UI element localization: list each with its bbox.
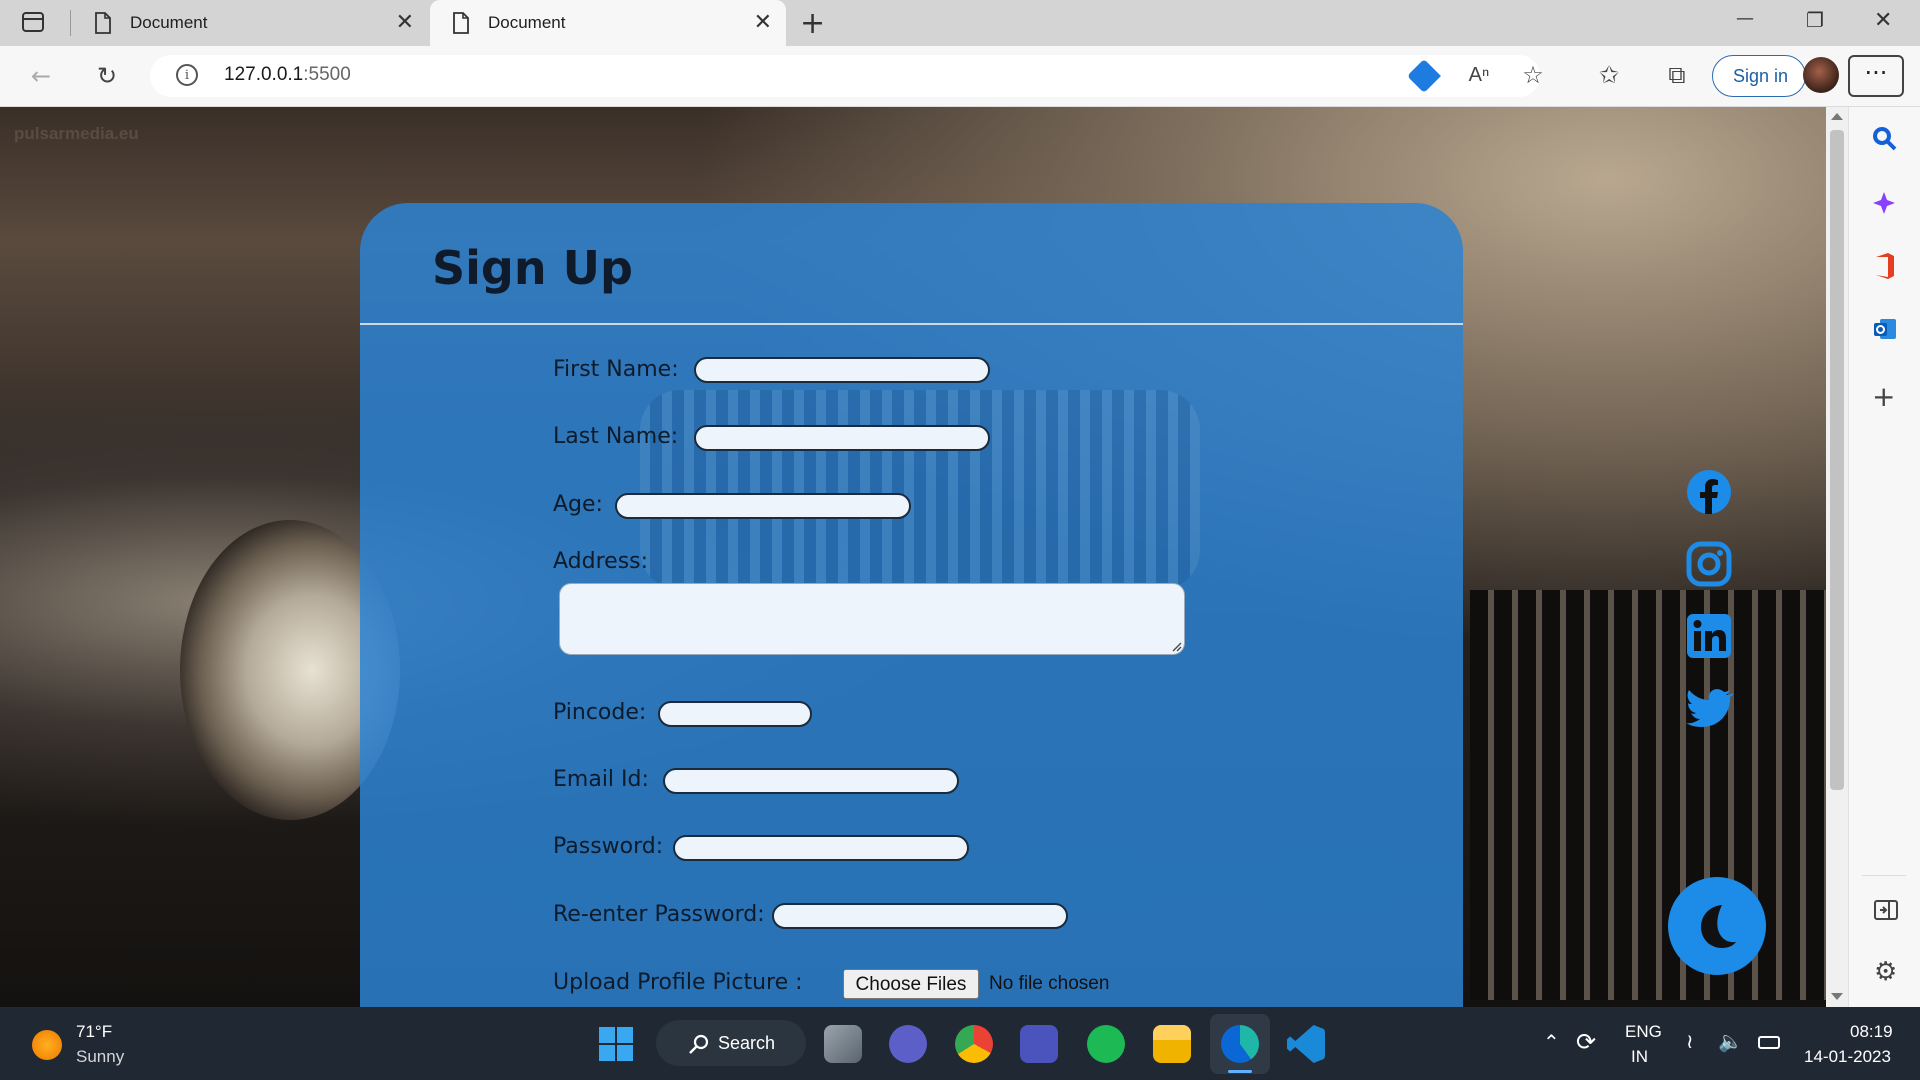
- favorites-icon[interactable]: ✩: [1592, 60, 1626, 90]
- site-info-icon[interactable]: i: [176, 64, 198, 86]
- watermark: pulsarmedia.eu: [14, 124, 139, 143]
- tab-document-2[interactable]: Document ✕: [430, 0, 786, 46]
- tab-document-1[interactable]: Document ✕: [72, 0, 428, 46]
- outlook-icon[interactable]: [1872, 316, 1898, 342]
- sign-in-button[interactable]: Sign in: [1712, 55, 1806, 97]
- url-port: :5500: [303, 64, 351, 85]
- tab-title: Document: [488, 13, 566, 32]
- moon-icon: [1701, 905, 1736, 948]
- weather-sun-icon[interactable]: [32, 1030, 62, 1060]
- age-input[interactable]: [615, 493, 911, 519]
- tab-title: Document: [130, 13, 208, 32]
- scroll-down-icon[interactable]: [1831, 993, 1843, 1000]
- address-label: Address:: [553, 549, 649, 574]
- new-tab-button[interactable]: +: [800, 6, 825, 41]
- divider: [360, 323, 1463, 325]
- choose-files-button[interactable]: Choose Files: [843, 969, 979, 999]
- clock-time[interactable]: 08:19: [1850, 1022, 1893, 1042]
- chevron-up-icon[interactable]: ⌃: [1543, 1030, 1560, 1055]
- pincode-label: Pincode:: [553, 700, 647, 725]
- theme-toggle-button[interactable]: [1668, 877, 1766, 975]
- search-icon[interactable]: [1872, 126, 1898, 152]
- password-label: Password:: [553, 834, 664, 859]
- task-view-icon[interactable]: [824, 1025, 862, 1063]
- scroll-up-icon[interactable]: [1831, 113, 1843, 120]
- last-name-label: Last Name:: [553, 424, 679, 449]
- close-window-button[interactable]: ✕: [1874, 8, 1892, 33]
- age-label: Age:: [553, 492, 603, 517]
- collections-icon[interactable]: ⧉: [1660, 60, 1694, 90]
- avatar[interactable]: [1803, 57, 1839, 93]
- url-text[interactable]: 127.0.0.1:5500: [224, 64, 351, 86]
- copilot-sparkle-icon[interactable]: [1872, 190, 1898, 216]
- reenter-password-label: Re-enter Password:: [553, 902, 765, 927]
- sign-in-label: Sign in: [1733, 65, 1789, 86]
- first-name-input[interactable]: [694, 357, 990, 383]
- address-bar[interactable]: [150, 55, 1540, 97]
- volume-icon[interactable]: 🔈: [1718, 1029, 1743, 1054]
- taskbar-search-button[interactable]: Search: [656, 1020, 806, 1066]
- close-tab-icon[interactable]: ✕: [754, 11, 772, 33]
- instagram-icon[interactable]: [1685, 540, 1733, 588]
- edge-icon[interactable]: [1221, 1025, 1259, 1063]
- edge-sidebar: [1848, 107, 1920, 1007]
- page-title: Sign Up: [432, 241, 633, 295]
- document-icon: [95, 12, 111, 34]
- settings-gear-icon[interactable]: ⚙: [1874, 957, 1897, 987]
- active-indicator: [1228, 1070, 1252, 1073]
- car-grille-image: [1470, 590, 1826, 1000]
- document-icon: [453, 12, 469, 34]
- weather-condition[interactable]: Sunny: [76, 1047, 124, 1067]
- url-host: 127.0.0.1: [224, 64, 304, 85]
- teams-chat-icon[interactable]: [889, 1025, 927, 1063]
- linkedin-icon[interactable]: [1685, 612, 1733, 660]
- read-aloud-icon[interactable]: Aⁿ: [1462, 60, 1496, 90]
- address-textarea[interactable]: [559, 583, 1185, 655]
- taskbar-search-label: Search: [718, 1033, 776, 1053]
- email-input[interactable]: [663, 768, 959, 794]
- back-arrow-icon[interactable]: ←: [24, 61, 58, 91]
- refresh-icon[interactable]: ↻: [90, 61, 124, 91]
- last-name-input[interactable]: [694, 425, 990, 451]
- minimize-button[interactable]: —: [1736, 8, 1754, 29]
- resize-handle-icon[interactable]: [1170, 640, 1182, 652]
- twitter-icon[interactable]: [1685, 684, 1733, 732]
- search-icon: [689, 1034, 709, 1054]
- password-input[interactable]: [673, 835, 969, 861]
- car-grille-overlay: [640, 390, 1200, 590]
- facebook-icon[interactable]: [1685, 468, 1733, 516]
- add-favorite-icon[interactable]: ☆: [1516, 60, 1550, 90]
- spotify-icon[interactable]: [1087, 1025, 1125, 1063]
- file-status: No file chosen: [989, 973, 1110, 994]
- more-options-button[interactable]: ···: [1848, 55, 1904, 97]
- windows-start-icon[interactable]: [598, 1026, 634, 1062]
- teams-icon[interactable]: [1020, 1025, 1058, 1063]
- hide-sidebar-icon[interactable]: [1874, 899, 1898, 921]
- office-icon[interactable]: [1872, 252, 1898, 280]
- close-tab-icon[interactable]: ✕: [396, 11, 414, 33]
- upload-label: Upload Profile Picture :: [553, 970, 803, 995]
- language-line1[interactable]: ENG: [1625, 1022, 1662, 1042]
- tab-strip: Document ✕ Document ✕ + — ❐ ✕: [0, 0, 1920, 46]
- email-label: Email Id:: [553, 767, 649, 792]
- first-name-label: First Name:: [553, 357, 679, 382]
- wifi-icon[interactable]: ≀: [1686, 1029, 1694, 1054]
- reenter-password-input[interactable]: [772, 903, 1068, 929]
- restore-button[interactable]: ❐: [1806, 8, 1824, 32]
- tab-divider: [70, 10, 71, 36]
- tab-actions-icon[interactable]: [22, 12, 44, 32]
- file-explorer-icon[interactable]: [1153, 1025, 1191, 1063]
- clock-date[interactable]: 14-01-2023: [1804, 1047, 1891, 1067]
- pincode-input[interactable]: [658, 701, 812, 727]
- battery-icon[interactable]: [1758, 1036, 1780, 1049]
- sync-icon[interactable]: ⟳: [1576, 1028, 1596, 1057]
- add-sidebar-app-icon[interactable]: +: [1872, 380, 1895, 413]
- scrollbar-thumb[interactable]: [1830, 130, 1844, 790]
- weather-temp[interactable]: 71°F: [76, 1022, 112, 1042]
- sidebar-divider: [1862, 875, 1906, 876]
- chrome-icon[interactable]: [955, 1025, 993, 1063]
- language-line2[interactable]: IN: [1631, 1047, 1648, 1067]
